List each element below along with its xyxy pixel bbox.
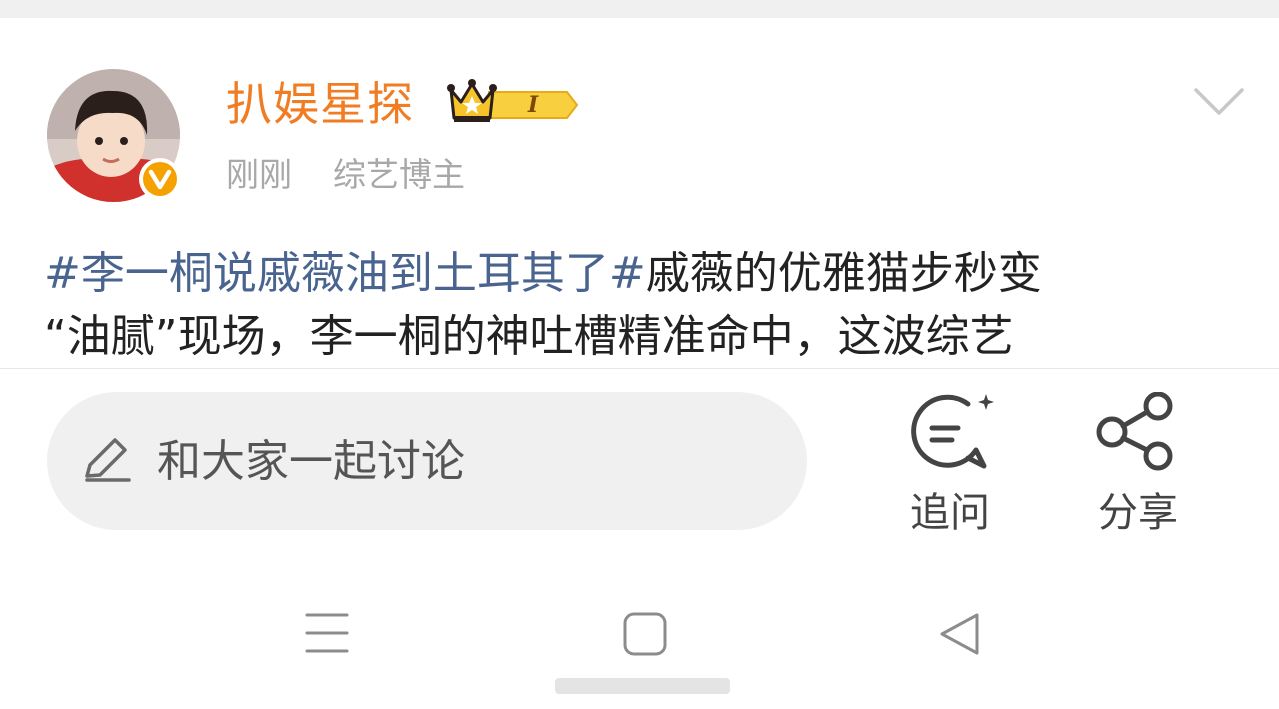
comment-bubble-icon [911,394,987,469]
verified-badge-icon [137,156,183,202]
menu-icon[interactable] [304,611,350,659]
ask-label: 追问 [910,490,990,536]
top-strip [0,0,1279,18]
post-text-line-1: #李一桐说戚薇油到土耳其了#戚薇的优雅猫步秒变 [44,242,1244,305]
share-icon [1096,392,1173,471]
post-text-line-2: “油腻”现场，李一桐的神吐槽精准命中，这波综艺 [44,311,1014,362]
home-square-icon[interactable] [622,611,668,661]
divider [0,368,1279,369]
comment-placeholder: 和大家一起讨论 [157,436,465,487]
post-text-content: 戚薇的优雅猫步秒变 [645,248,1042,299]
level-badge-text: I [527,92,539,118]
crown-level-icon[interactable]: I [447,78,581,130]
ask-button[interactable]: 追问 [890,392,1010,542]
post-source: 综艺博主 [333,155,465,194]
share-label: 分享 [1098,490,1178,536]
comment-input[interactable]: 和大家一起讨论 [47,392,807,530]
hashtag-link[interactable]: #李一桐说戚薇油到土耳其了# [44,248,646,299]
watermark [555,678,730,694]
username[interactable]: 扒娱星探 [226,76,414,132]
pencil-icon [81,432,133,488]
post-time: 刚刚 [226,155,292,194]
back-triangle-icon[interactable] [937,611,983,661]
chevron-down-icon[interactable] [1193,86,1245,122]
post-text[interactable]: #李一桐说戚薇油到土耳其了#戚薇的优雅猫步秒变 “油腻”现场，李一桐的神吐槽精准… [44,242,1244,368]
share-button[interactable]: 分享 [1078,392,1198,542]
